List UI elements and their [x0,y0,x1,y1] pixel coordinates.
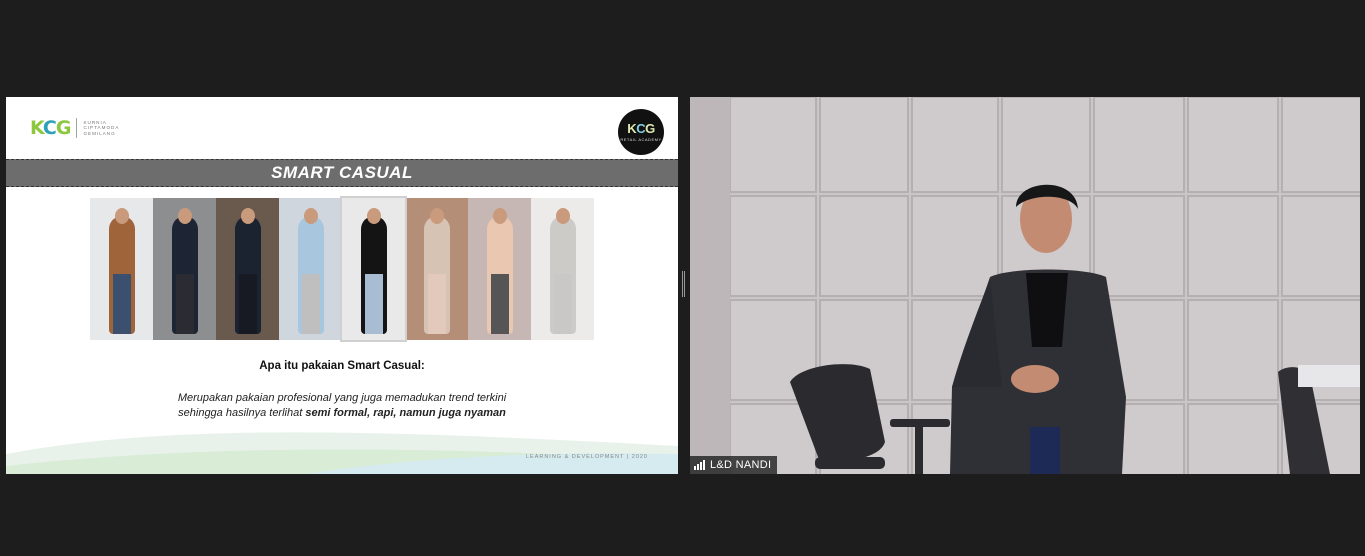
outfit-bottom [301,274,320,334]
slide-title: SMART CASUAL [271,163,413,182]
kcg-logo-mark: KCG [30,117,71,139]
outfit-bottom [427,274,446,334]
logo-divider [76,118,78,138]
outfit-photo [216,198,279,340]
desc-line-2: sehingga hasilnya terlihat semi formal, … [178,407,506,419]
slide-description: Merupakan pakaian profesional yang juga … [6,391,678,421]
outfit-bottom [175,274,194,334]
model-head [555,208,570,224]
outfit-bottom [364,274,383,334]
outfit-photo [340,196,407,342]
desc-line-1: Merupakan pakaian profesional yang juga … [177,392,507,404]
outfit-photo [279,198,342,340]
slide-footer: LEARNING & DEVELOPMENT | 2020 [525,454,648,460]
outfit-photo [531,198,594,340]
outfit-photo-strip [90,196,594,342]
participant-video[interactable]: L&D NANDI [690,97,1360,474]
model-head [429,208,444,224]
shared-screen-slide: KCG KURNIA CIPTAMODA GEMILANG KCG RETAIL… [6,97,678,474]
model-head [366,208,381,224]
model-head [240,208,255,224]
model-head [177,208,192,224]
outfit-bottom [238,274,257,334]
split-view-handle[interactable] [682,271,686,297]
outfit-photo [405,198,468,340]
badge-mark: KCG [627,121,655,136]
slide-question: Apa itu pakaian Smart Casual: [259,360,425,372]
model-head [114,208,129,224]
desc-emphasis: semi formal, rapi, namun juga nyaman [305,407,506,419]
participant-name-tag: L&D NANDI [690,456,778,474]
retail-academy-badge: KCG RETAIL ACADEMY [618,109,664,155]
outfit-bottom [553,274,572,334]
outfit-photo [153,198,216,340]
decorative-wave [6,432,678,474]
outfit-photo [90,198,153,340]
badge-subtitle: RETAIL ACADEMY [620,137,662,142]
outfit-bottom [490,274,509,334]
slide-title-bar: SMART CASUAL [6,159,678,187]
kcg-logo: KCG KURNIA CIPTAMODA GEMILANG [30,117,119,139]
model-head [303,208,318,224]
logo-subtitle: KURNIA CIPTAMODA GEMILANG [83,119,120,136]
video-frame [690,97,1360,474]
participant-name: L&D NANDI [710,459,772,471]
model-head [492,208,507,224]
outfit-bottom [112,274,131,334]
outfit-photo [468,198,531,340]
signal-strength-icon [694,460,705,470]
